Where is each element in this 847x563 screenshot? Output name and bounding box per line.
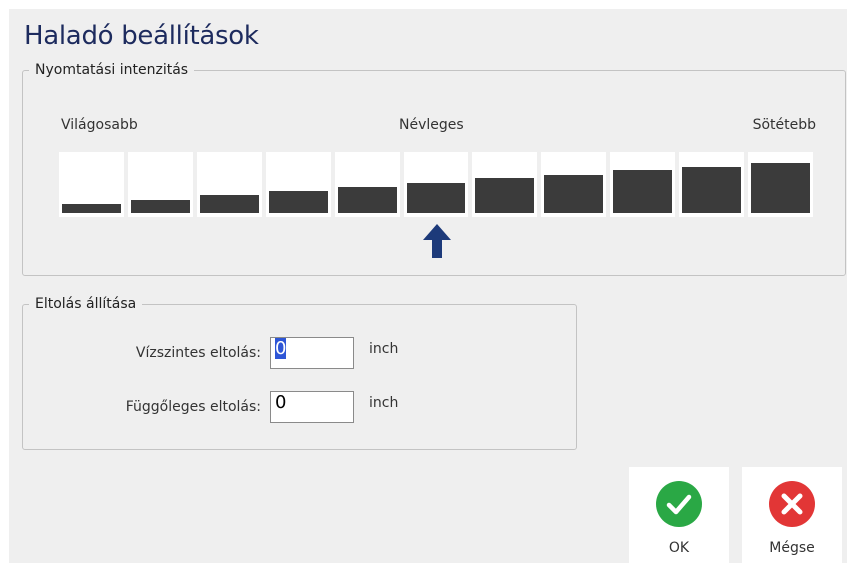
horizontal-offset-value: 0 xyxy=(275,338,287,359)
intensity-level-bar xyxy=(62,204,121,213)
intensity-level-4[interactable] xyxy=(265,152,331,217)
print-intensity-legend: Nyomtatási intenzitás xyxy=(35,62,189,78)
vertical-offset-value: 0 xyxy=(275,392,287,413)
cancel-button-label: Mégse xyxy=(769,540,815,556)
intensity-level-3[interactable] xyxy=(196,152,262,217)
offset-adjust-legend: Eltolás állítása xyxy=(35,296,137,312)
ok-button[interactable]: OK xyxy=(629,467,729,563)
intensity-level-11[interactable] xyxy=(748,152,813,217)
intensity-level-8[interactable] xyxy=(541,152,607,217)
intensity-level-bar xyxy=(130,200,190,213)
intensity-level-bar xyxy=(199,195,259,213)
nominal-label: Névleges xyxy=(399,117,464,133)
advanced-settings-dialog: Haladó beállítások Nyomtatási intenzitás… xyxy=(9,9,847,563)
intensity-level-selector xyxy=(59,152,813,217)
intensity-level-bar xyxy=(475,178,535,213)
selected-level-arrow-icon xyxy=(423,224,451,258)
intensity-level-10[interactable] xyxy=(679,152,745,217)
intensity-level-bar xyxy=(268,191,328,213)
intensity-level-5[interactable] xyxy=(334,152,400,217)
intensity-level-bar xyxy=(751,163,810,213)
darker-label: Sötétebb xyxy=(752,117,816,133)
dialog-title: Haladó beállítások xyxy=(24,21,259,51)
intensity-level-6[interactable] xyxy=(403,152,469,217)
horizontal-offset-unit: inch xyxy=(369,341,399,357)
close-icon xyxy=(769,481,815,527)
ok-button-label: OK xyxy=(668,540,690,556)
offset-adjust-group: Eltolás állítása xyxy=(22,296,577,450)
intensity-level-bar xyxy=(337,187,397,213)
horizontal-offset-label: Vízszintes eltolás: xyxy=(135,345,261,361)
intensity-level-2[interactable] xyxy=(127,152,193,217)
intensity-level-bar xyxy=(613,170,673,213)
intensity-level-9[interactable] xyxy=(610,152,676,217)
intensity-level-7[interactable] xyxy=(472,152,538,217)
intensity-level-1[interactable] xyxy=(59,152,124,217)
checkmark-icon xyxy=(656,481,702,527)
intensity-level-bar xyxy=(682,167,742,213)
horizontal-offset-input[interactable]: 0 xyxy=(270,337,354,369)
lighter-label: Világosabb xyxy=(61,117,138,133)
intensity-level-bar xyxy=(544,175,604,213)
vertical-offset-label: Függőleges eltolás: xyxy=(125,399,261,415)
vertical-offset-input[interactable]: 0 xyxy=(270,391,354,423)
intensity-level-bar xyxy=(406,183,466,213)
cancel-button[interactable]: Mégse xyxy=(742,467,842,563)
vertical-offset-unit: inch xyxy=(369,395,399,411)
